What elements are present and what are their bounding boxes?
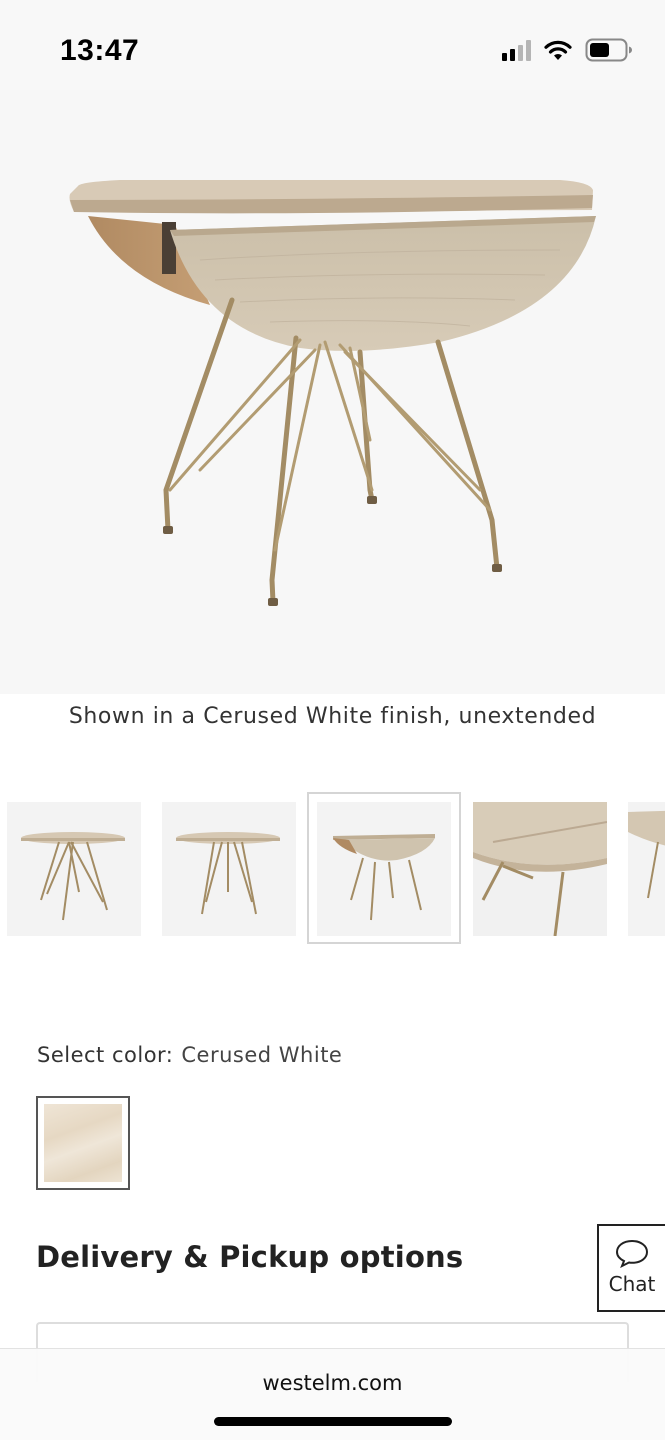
color-swatch-cerused-white[interactable] xyxy=(36,1096,130,1190)
selected-color-value: Cerused White xyxy=(181,1043,343,1067)
status-time: 13:47 xyxy=(60,34,140,67)
thumbnail-1[interactable] xyxy=(7,802,141,936)
speech-bubble-icon xyxy=(615,1239,649,1268)
thumbnail-carousel[interactable] xyxy=(0,792,665,944)
chat-label: Chat xyxy=(608,1272,656,1296)
color-selector-label: Select color: Cerused White xyxy=(37,1043,342,1067)
wifi-icon xyxy=(543,39,573,61)
product-hero-image[interactable] xyxy=(0,90,665,694)
battery-icon xyxy=(585,38,633,62)
thumbnail-5[interactable] xyxy=(628,802,665,936)
url-text[interactable]: westelm.com xyxy=(0,1371,665,1395)
thumbnail-4[interactable] xyxy=(473,802,607,936)
select-color-text: Select color: xyxy=(37,1043,174,1067)
home-indicator[interactable] xyxy=(214,1417,452,1426)
cellular-signal-icon xyxy=(502,39,531,61)
browser-address-bar[interactable]: westelm.com xyxy=(0,1348,665,1440)
status-bar: 13:47 xyxy=(0,0,665,100)
thumbnail-2[interactable] xyxy=(162,802,296,936)
thumbnail-selected-frame xyxy=(307,792,461,944)
chat-button[interactable]: Chat xyxy=(597,1224,665,1312)
image-caption: Shown in a Cerused White finish, unexten… xyxy=(68,704,597,729)
delivery-pickup-heading: Delivery & Pickup options xyxy=(36,1240,464,1274)
status-icons xyxy=(502,38,633,62)
swatch-texture xyxy=(44,1104,122,1182)
